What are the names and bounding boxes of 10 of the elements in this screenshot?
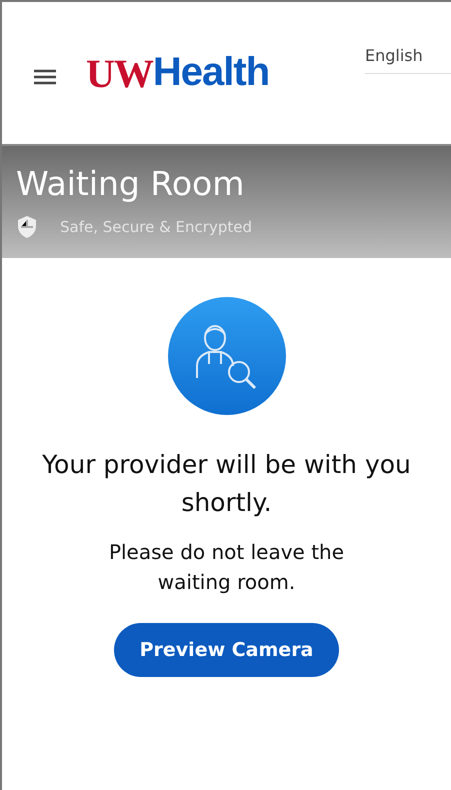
status-message: Your provider will be with you shortly.	[41, 449, 412, 518]
shield-icon	[16, 215, 38, 239]
menu-icon[interactable]	[32, 68, 58, 86]
preview-camera-button[interactable]: Preview Camera	[114, 623, 340, 677]
doctor-search-icon	[166, 296, 286, 416]
instruction-text: Please do not leave the waiting room.	[108, 539, 346, 596]
page-title: Waiting Room	[16, 164, 246, 203]
security-note: Safe, Secure & Encrypted	[60, 218, 252, 236]
logo: UWHealth	[86, 50, 270, 96]
language-selector[interactable]: English	[365, 46, 451, 74]
